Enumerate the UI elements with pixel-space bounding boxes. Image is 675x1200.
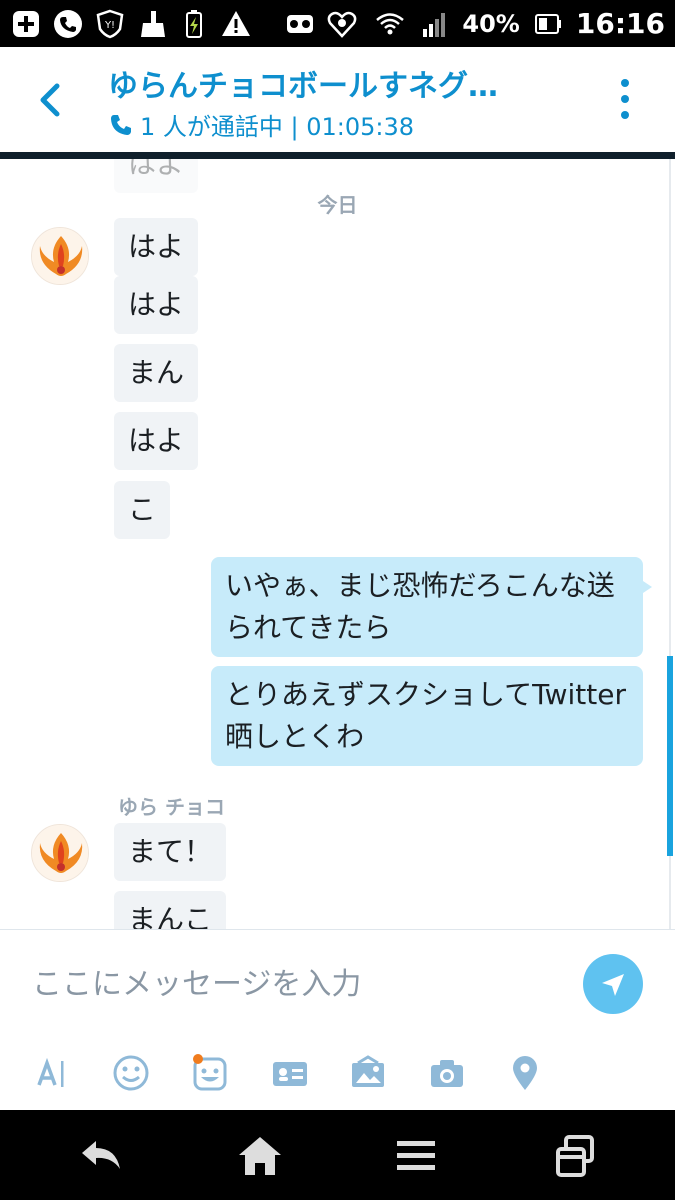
chevron-left-icon: [40, 83, 60, 117]
dot-icon: [621, 79, 629, 87]
svg-text:Y!: Y!: [104, 20, 115, 31]
photo-gallery-button[interactable]: [343, 1048, 393, 1098]
contact-card-icon: [273, 1062, 307, 1086]
battery-percent: 40%: [462, 9, 520, 38]
composer-toolbar: [0, 1048, 675, 1100]
back-arrow-icon: [82, 1141, 120, 1169]
avatar[interactable]: [31, 227, 89, 285]
menu-lines-icon: [397, 1141, 435, 1170]
date-divider: 今日: [317, 193, 358, 217]
clock: 16:16: [575, 7, 665, 40]
camera-icon: [431, 1060, 463, 1087]
sender-name: ゆら チョコ: [118, 795, 225, 819]
warning-icon: [220, 8, 252, 40]
notification-icons: Y!: [10, 8, 374, 40]
text-format-button[interactable]: [28, 1048, 78, 1098]
location-pin-icon: [513, 1056, 537, 1090]
wifi-icon: [374, 8, 406, 40]
sent-message-bubble[interactable]: とりあえずスクショしてTwitter晒しとくわ: [211, 666, 643, 766]
send-button[interactable]: [583, 954, 643, 1014]
message-bubble[interactable]: はよ: [114, 218, 199, 276]
location-button[interactable]: [500, 1048, 550, 1098]
message-bubble[interactable]: はよ: [114, 276, 199, 334]
sent-message-bubble[interactable]: いやぁ、まじ恐怖だろこんな送られてきたら: [211, 557, 643, 657]
chat-history[interactable]: はよ 今日 はよ はよ まん はよ こ いやぁ、まじ恐怖だろこんな送られてきたら…: [0, 159, 675, 929]
send-icon: [602, 974, 624, 996]
voicemail-icon: [284, 8, 316, 40]
signal-icon: [418, 8, 450, 40]
dot-icon: [621, 95, 629, 103]
phoenix-avatar-icon: [32, 825, 88, 881]
yahoo-shield-icon: Y!: [94, 8, 126, 40]
status-right: 40% 16:16: [374, 7, 665, 40]
battery-icon: [532, 8, 564, 40]
text-format-icon: [37, 1057, 64, 1087]
camera-button[interactable]: [422, 1048, 472, 1098]
back-button[interactable]: [30, 75, 70, 125]
phone-icon: [52, 8, 84, 40]
message-bubble[interactable]: まて！: [114, 823, 227, 881]
recent-apps-icon: [556, 1135, 594, 1177]
bubble-tail: [640, 579, 652, 595]
message-bubble[interactable]: こ: [114, 481, 171, 539]
partial-message: はよ: [114, 159, 199, 193]
phone-call-icon: [111, 114, 131, 135]
message-bubble[interactable]: はよ: [114, 412, 199, 470]
dot-icon: [621, 111, 629, 119]
sticker-icon: [193, 1054, 227, 1091]
scrollbar-thumb[interactable]: [667, 656, 673, 856]
nav-home-button[interactable]: [230, 1130, 290, 1182]
status-bar: Y! 40% 16:16: [0, 0, 675, 47]
nav-recents-button[interactable]: [545, 1130, 605, 1182]
more-options-button[interactable]: [610, 79, 640, 119]
avatar[interactable]: [31, 824, 89, 882]
system-nav-bar: [0, 1110, 675, 1200]
message-input[interactable]: [32, 960, 552, 1008]
call-status[interactable]: 1 人が通話中 | 01:05:38: [108, 107, 414, 142]
heart-icon: [326, 8, 358, 40]
phoenix-avatar-icon: [32, 228, 88, 284]
message-bubble[interactable]: まんこ: [114, 891, 227, 929]
plus-icon: [10, 8, 42, 40]
nav-menu-button[interactable]: [386, 1130, 446, 1182]
emoticon-button[interactable]: [106, 1048, 156, 1098]
battery-charging-icon: [178, 8, 210, 40]
conversation-title[interactable]: ゆらんチョコボールすネグ…: [108, 61, 558, 105]
header-divider: [0, 152, 675, 159]
smiley-icon: [113, 1055, 149, 1091]
contact-card-button[interactable]: [265, 1048, 315, 1098]
sticker-button[interactable]: [185, 1048, 235, 1098]
conversation-header: ゆらんチョコボールすネグ… 1 人が通話中 | 01:05:38: [0, 47, 675, 153]
call-status-text: 1 人が通話中 | 01:05:38: [140, 113, 415, 141]
nav-back-button[interactable]: [71, 1130, 131, 1182]
gallery-icon: [352, 1055, 384, 1087]
broom-icon: [136, 8, 168, 40]
message-composer: [0, 929, 675, 1110]
home-icon: [239, 1137, 281, 1175]
message-bubble[interactable]: まん: [114, 344, 199, 402]
